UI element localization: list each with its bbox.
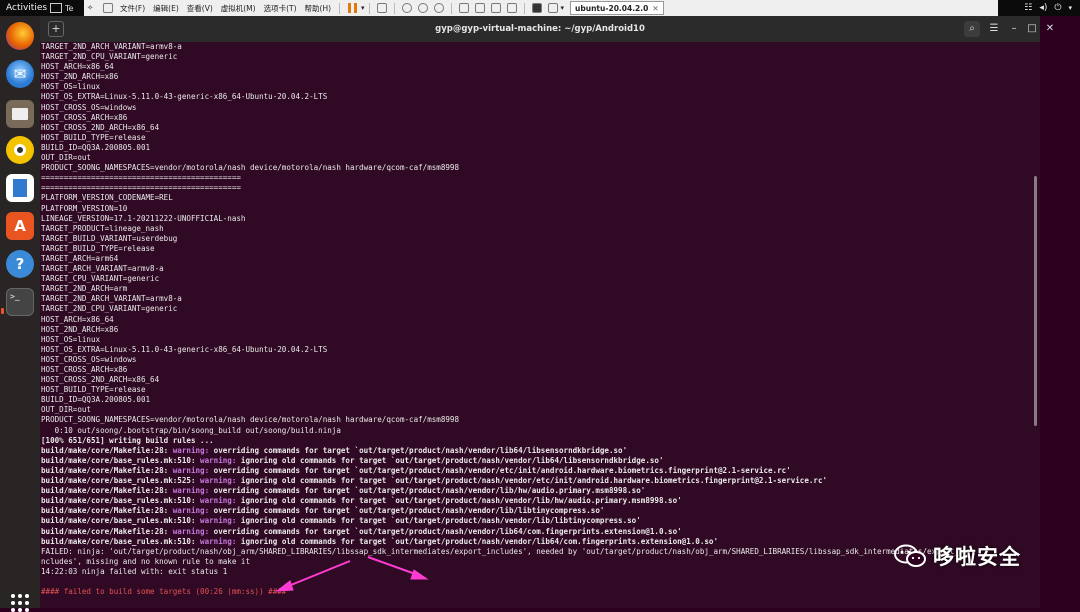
annotation-arrows — [275, 556, 429, 592]
watermark: 哆啦安全 — [893, 541, 1021, 571]
arrow-left — [275, 560, 351, 592]
arrow-right — [367, 556, 429, 580]
watermark-text: 哆啦安全 — [933, 545, 1021, 569]
wechat-icon — [894, 544, 926, 567]
